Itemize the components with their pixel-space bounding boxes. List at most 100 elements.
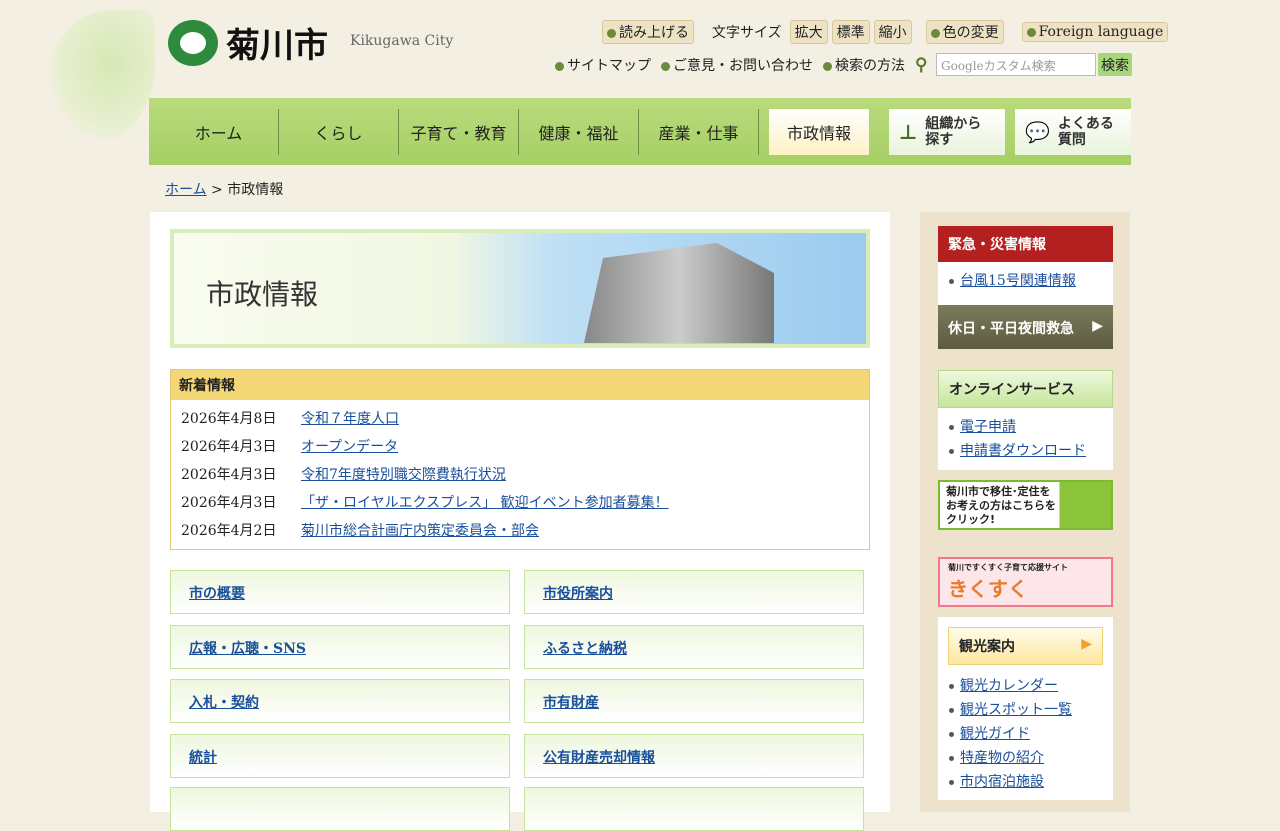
news-link[interactable]: 菊川市総合計画庁内策定委員会・部会 (301, 520, 539, 540)
nav-childcare[interactable]: 子育て・教育 (399, 108, 519, 155)
news-box: 新着情報 2026年4月8日 令和７年度人口 2026年4月3日 オープンデータ 202… (170, 369, 870, 550)
tourism-box: 観光案内 ▶ 観光カレンダー 観光スポット一覧 観光ガイド特産物の紹介 市内宿泊施設 (938, 617, 1113, 800)
read-aloud-label: 読み上げる (619, 25, 689, 41)
faq-label: よくある質問 (1057, 115, 1114, 148)
online-title: オンラインサービス (938, 370, 1113, 408)
nav-faq[interactable]: 💬 よくある質問 (1015, 108, 1131, 155)
tourism-item: 市内宿泊施設 (938, 769, 1103, 793)
category-label: ふるさと納税 (543, 640, 627, 657)
category-link[interactable]: 市有財産 (524, 679, 864, 723)
utility-bar: 読み上げる 文字サイズ 拡大 標準 縮小 色の変更 Foreign langua… (602, 20, 1169, 44)
contact-link[interactable]: ご意見・お問い合わせ (661, 55, 813, 75)
category-link[interactable]: 統計 (170, 733, 510, 778)
news-item: 2026年4月3日 オープンデータ (171, 432, 869, 460)
category-label: 市有財産 (543, 695, 599, 711)
main-nav: ホーム くらし 子育て・教育 健康・福祉 産業・仕事 市政情報 ⊥ 組織から探す … (149, 98, 1131, 165)
bullet-icon (1026, 27, 1036, 37)
kids-banner[interactable]: 菊川ですくすく子育て応援サイト きくすく (938, 557, 1113, 607)
category-label: 公有財産売却情報 (543, 749, 655, 766)
news-link[interactable]: 令和7年度特別職交際費執行状況 (301, 464, 506, 484)
sitemap-link[interactable]: サイトマップ (555, 55, 651, 75)
read-aloud-button[interactable]: 読み上げる (602, 20, 694, 44)
kids-banner-title: きくすく (948, 577, 1028, 601)
nav-living[interactable]: くらし (279, 108, 399, 155)
emergency-item: 台風15号関連情報 (938, 268, 1113, 292)
holiday-label: 休日・平日夜間救急 (948, 321, 1074, 337)
font-size-label: 文字サイズ (712, 25, 782, 41)
page-banner: 市政情報 (170, 229, 870, 348)
news-title: 新着情報 (171, 370, 869, 400)
nav-org-search[interactable]: ⊥ 組織から探す (889, 108, 1005, 155)
category-link[interactable] (170, 787, 510, 831)
online-service-box: オンラインサービス 電子申請 申請書ダウンロード (938, 370, 1113, 470)
speech-bubble-icon: 💬 (1025, 119, 1050, 144)
arrow-right-icon: ▶ (1081, 636, 1092, 652)
page-title: 市政情報 (206, 278, 319, 311)
news-link[interactable]: 令和７年度人口 (301, 408, 399, 428)
site-logo[interactable]: 菊川市 (168, 18, 328, 67)
category-link[interactable]: 公有財産売却情報 (524, 733, 864, 778)
search-button[interactable]: 検索 (1098, 53, 1132, 76)
bullet-icon (607, 28, 616, 38)
form-download-link[interactable]: 申請書ダウンロード (960, 443, 1086, 459)
breadcrumb-home[interactable]: ホーム (165, 182, 207, 198)
nav-health[interactable]: 健康・福祉 (519, 108, 639, 155)
category-label: 市役所案内 (543, 586, 613, 602)
category-label: 入札・契約 (189, 695, 259, 711)
font-normal-button[interactable]: 標準 (831, 20, 870, 44)
arrow-right-icon: ▶ (1092, 318, 1103, 334)
nav-city-info[interactable]: 市政情報 (769, 108, 869, 155)
font-large-button[interactable]: 拡大 (789, 20, 828, 44)
tourism-item: 観光ガイド (938, 721, 1103, 745)
holiday-emergency-banner[interactable]: 休日・平日夜間救急 ▶ (938, 305, 1113, 349)
kids-banner-sub: 菊川ですくすく子育て応援サイト (948, 563, 1068, 572)
news-item: 2026年4月8日 令和７年度人口 (171, 404, 869, 432)
org-label: 組織から探す (925, 115, 982, 148)
nav-home[interactable]: ホーム (159, 108, 279, 155)
search-howto-link[interactable]: 検索の方法 (823, 55, 905, 75)
breadcrumb-separator: > (211, 182, 223, 198)
foreign-language-button[interactable]: Foreign language (1021, 22, 1169, 42)
bullet-icon (555, 61, 564, 71)
nav-industry[interactable]: 産業・仕事 (639, 108, 759, 155)
emergency-title: 緊急・災害情報 (938, 226, 1113, 262)
tourism-title-button[interactable]: 観光案内 ▶ (948, 627, 1103, 665)
tourism-item: 観光カレンダー (938, 673, 1103, 697)
migration-banner[interactable]: 菊川市で移住･定住をお考えの方はこちらをクリック! (938, 480, 1113, 530)
tourism-link[interactable]: 観光カレンダー (960, 678, 1058, 694)
contact-label: ご意見・お問い合わせ (673, 58, 813, 74)
sitemap-label: サイトマップ (567, 58, 651, 74)
emergency-link[interactable]: 台風15号関連情報 (960, 273, 1076, 289)
online-item: 電子申請 (938, 414, 1113, 438)
org-chart-icon: ⊥ (899, 119, 918, 144)
category-link[interactable]: 広報・広聴・SNS (170, 624, 510, 669)
category-link[interactable]: 入札・契約 (170, 679, 510, 723)
tourism-item: 観光スポット一覧 (938, 697, 1103, 721)
color-change-button[interactable]: 色の変更 (925, 20, 1004, 44)
e-application-link[interactable]: 電子申請 (960, 419, 1016, 435)
category-link[interactable]: 市役所案内 (524, 570, 864, 614)
online-item: 申請書ダウンロード (938, 438, 1113, 462)
category-link[interactable]: ふるさと納税 (524, 624, 864, 669)
category-link[interactable]: 市の概要 (170, 570, 510, 614)
news-link[interactable]: 「ザ・ロイヤルエクスプレス」 歓迎イベント参加者募集！ (301, 492, 669, 512)
search-input[interactable]: Googleカスタム検索 (936, 53, 1096, 76)
tourism-link[interactable]: 市内宿泊施設 (960, 774, 1044, 790)
logo-english: Kikugawa City (350, 33, 454, 49)
category-link[interactable] (524, 787, 864, 831)
news-item: 2026年4月3日 令和7年度特別職交際費執行状況 (171, 460, 869, 488)
color-change-label: 色の変更 (942, 25, 999, 41)
leaf-decoration (45, 10, 155, 145)
breadcrumb-current: 市政情報 (227, 182, 284, 198)
tourism-link[interactable]: 観光スポット一覧 (960, 702, 1072, 718)
search-icon: ⚲ (915, 55, 928, 75)
font-small-button[interactable]: 縮小 (873, 20, 912, 44)
news-link[interactable]: オープンデータ (301, 436, 398, 456)
tourism-link[interactable]: 観光ガイド (960, 726, 1030, 742)
logo-icon (168, 19, 218, 66)
search-howto-label: 検索の方法 (835, 58, 905, 74)
news-date: 2026年4月3日 (181, 439, 277, 455)
city-hall-image (584, 243, 774, 343)
breadcrumb: ホーム > 市政情報 (165, 179, 283, 199)
tourism-link[interactable]: 特産物の紹介 (960, 750, 1044, 766)
